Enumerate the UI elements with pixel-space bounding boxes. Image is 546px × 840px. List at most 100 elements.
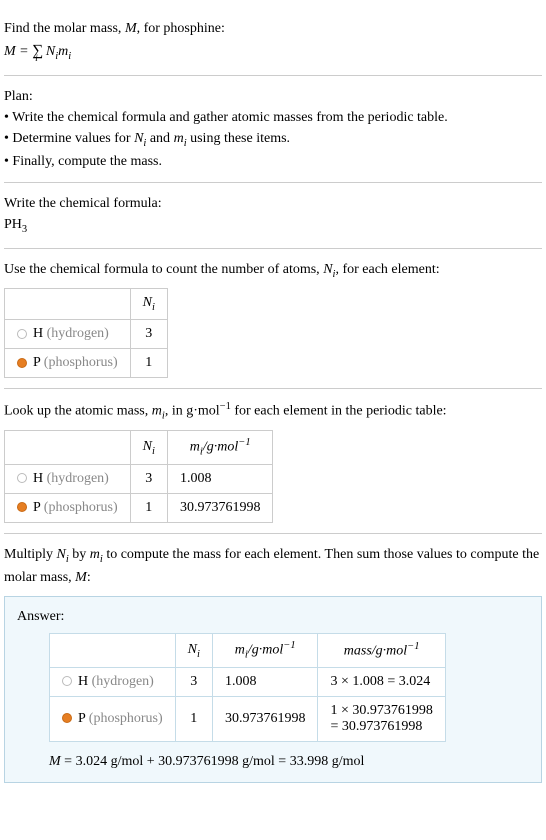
col-mi: mi/g·mol−1 xyxy=(212,634,318,667)
unit: /g·mol xyxy=(203,440,238,455)
multiply-text: Multiply Ni by mi to compute the mass fo… xyxy=(4,544,542,589)
col-mi: mi/g·mol−1 xyxy=(167,431,273,464)
text: Look up the atomic mass, xyxy=(4,404,152,419)
var-M: M xyxy=(49,754,61,769)
text: , for each element: xyxy=(335,262,439,277)
formula-text: PH xyxy=(4,217,22,232)
element-cell-phosphorus: P (phosphorus) xyxy=(5,493,131,522)
text: m xyxy=(235,643,245,658)
table-row: P (phosphorus) 1 30.973761998 xyxy=(5,493,273,522)
col-Ni: Ni xyxy=(130,431,167,464)
lookup-mass-section: Look up the atomic mass, mi, in g·mol−1 … xyxy=(4,389,542,534)
text: Multiply xyxy=(4,547,57,562)
multiply-section: Multiply Ni by mi to compute the mass fo… xyxy=(4,534,542,593)
text: for each element in the periodic table: xyxy=(231,404,447,419)
symbol: H xyxy=(33,326,43,341)
text: , for phosphine: xyxy=(137,21,225,36)
symbol: H xyxy=(78,674,88,689)
hydrogen-dot-icon xyxy=(17,473,27,483)
plan-bullet-3: • Finally, compute the mass. xyxy=(4,151,542,172)
element-name: (hydrogen) xyxy=(43,471,109,486)
m-value: 30.973761998 xyxy=(167,493,273,522)
element-cell-hydrogen: H (hydrogen) xyxy=(5,319,131,348)
sup: −1 xyxy=(220,401,231,412)
n-value: 1 xyxy=(130,493,167,522)
text: N xyxy=(143,295,152,310)
plan-bullet-2: • Determine values for Ni and mi using t… xyxy=(4,128,542,152)
n-value: 3 xyxy=(130,319,167,348)
element-cell-phosphorus: P (phosphorus) xyxy=(50,696,176,741)
table-row: P (phosphorus) 1 xyxy=(5,348,168,377)
sub-i: i xyxy=(197,648,200,659)
var-mi: m xyxy=(174,131,184,146)
n-value: 1 xyxy=(130,348,167,377)
chemical-formula-section: Write the chemical formula: PH3 xyxy=(4,183,542,249)
chem-heading: Write the chemical formula: xyxy=(4,193,542,214)
text: mass/g·mol xyxy=(344,644,407,659)
symbol: H xyxy=(33,471,43,486)
table-row: H (hydrogen) 3 xyxy=(5,319,168,348)
plan-heading: Plan: xyxy=(4,86,542,107)
element-cell-phosphorus: P (phosphorus) xyxy=(5,348,131,377)
sub-i: i xyxy=(152,302,155,313)
chem-formula: PH3 xyxy=(4,214,542,238)
term-N: N xyxy=(46,44,55,59)
element-name: (phosphorus) xyxy=(85,711,162,726)
table-header-row: Ni xyxy=(5,289,168,320)
n-value: 1 xyxy=(175,696,212,741)
text: by xyxy=(69,547,90,562)
element-cell-hydrogen: H (hydrogen) xyxy=(50,667,176,696)
table-row: H (hydrogen) 3 1.008 3 × 1.008 = 3.024 xyxy=(50,667,446,696)
phosphorus-dot-icon xyxy=(17,358,27,368)
col-Ni: Ni xyxy=(175,634,212,667)
text: N xyxy=(188,642,197,657)
final-equation: M = 3.024 g/mol + 30.973761998 g/mol = 3… xyxy=(49,754,529,770)
element-name: (phosphorus) xyxy=(40,355,117,370)
col-blank xyxy=(5,289,131,320)
lookup-table: Ni mi/g·mol−1 H (hydrogen) 3 1.008 P (ph… xyxy=(4,430,273,522)
term-m: m xyxy=(58,44,68,59)
count-table: Ni H (hydrogen) 3 P (phosphorus) 1 xyxy=(4,288,168,378)
col-Ni: Ni xyxy=(130,289,167,320)
answer-table: Ni mi/g·mol−1 mass/g·mol−1 H (hydrogen) … xyxy=(49,633,446,741)
count-text: Use the chemical formula to count the nu… xyxy=(4,259,542,283)
mass-value: 3 × 1.008 = 3.024 xyxy=(318,667,445,696)
sup: −1 xyxy=(238,437,250,448)
sub-i: i xyxy=(152,445,155,456)
var-M: M xyxy=(125,21,137,36)
var-Ni: N xyxy=(323,262,332,277)
element-name: (hydrogen) xyxy=(88,674,154,689)
line2: = 30.973761998 xyxy=(330,719,422,734)
element-cell-hydrogen: H (hydrogen) xyxy=(5,464,131,493)
sum-index: i xyxy=(35,52,38,67)
text: N xyxy=(143,439,152,454)
intro-line: Find the molar mass, M, for phosphine: xyxy=(4,18,542,39)
m-value: 30.973761998 xyxy=(212,696,318,741)
n-value: 3 xyxy=(175,667,212,696)
phosphorus-dot-icon xyxy=(62,713,72,723)
text: Find the molar mass, xyxy=(4,21,125,36)
m-value: 1.008 xyxy=(167,464,273,493)
var-Ni: N xyxy=(57,547,66,562)
intro-section: Find the molar mass, M, for phosphine: M… xyxy=(4,8,542,76)
col-blank xyxy=(5,431,131,464)
formula-sub: 3 xyxy=(22,224,27,235)
table-row: P (phosphorus) 1 30.973761998 1 × 30.973… xyxy=(50,696,446,741)
table-row: H (hydrogen) 3 1.008 xyxy=(5,464,273,493)
mass-value: 1 × 30.973761998 = 30.973761998 xyxy=(318,696,445,741)
sup: −1 xyxy=(407,641,419,652)
lookup-text: Look up the atomic mass, mi, in g·mol−1 … xyxy=(4,399,542,424)
text: using these items. xyxy=(187,131,290,146)
col-blank xyxy=(50,634,176,667)
table-header-row: Ni mi/g·mol−1 xyxy=(5,431,273,464)
hydrogen-dot-icon xyxy=(17,329,27,339)
text: m xyxy=(190,440,200,455)
count-atoms-section: Use the chemical formula to count the nu… xyxy=(4,249,542,389)
col-mass: mass/g·mol−1 xyxy=(318,634,445,667)
text: Use the chemical formula to count the nu… xyxy=(4,262,323,277)
molar-mass-formula: M = ∑iNimi xyxy=(4,39,542,65)
answer-label: Answer: xyxy=(17,609,529,625)
phosphorus-dot-icon xyxy=(17,502,27,512)
plan-section: Plan: • Write the chemical formula and g… xyxy=(4,76,542,184)
text: • Determine values for xyxy=(4,131,134,146)
